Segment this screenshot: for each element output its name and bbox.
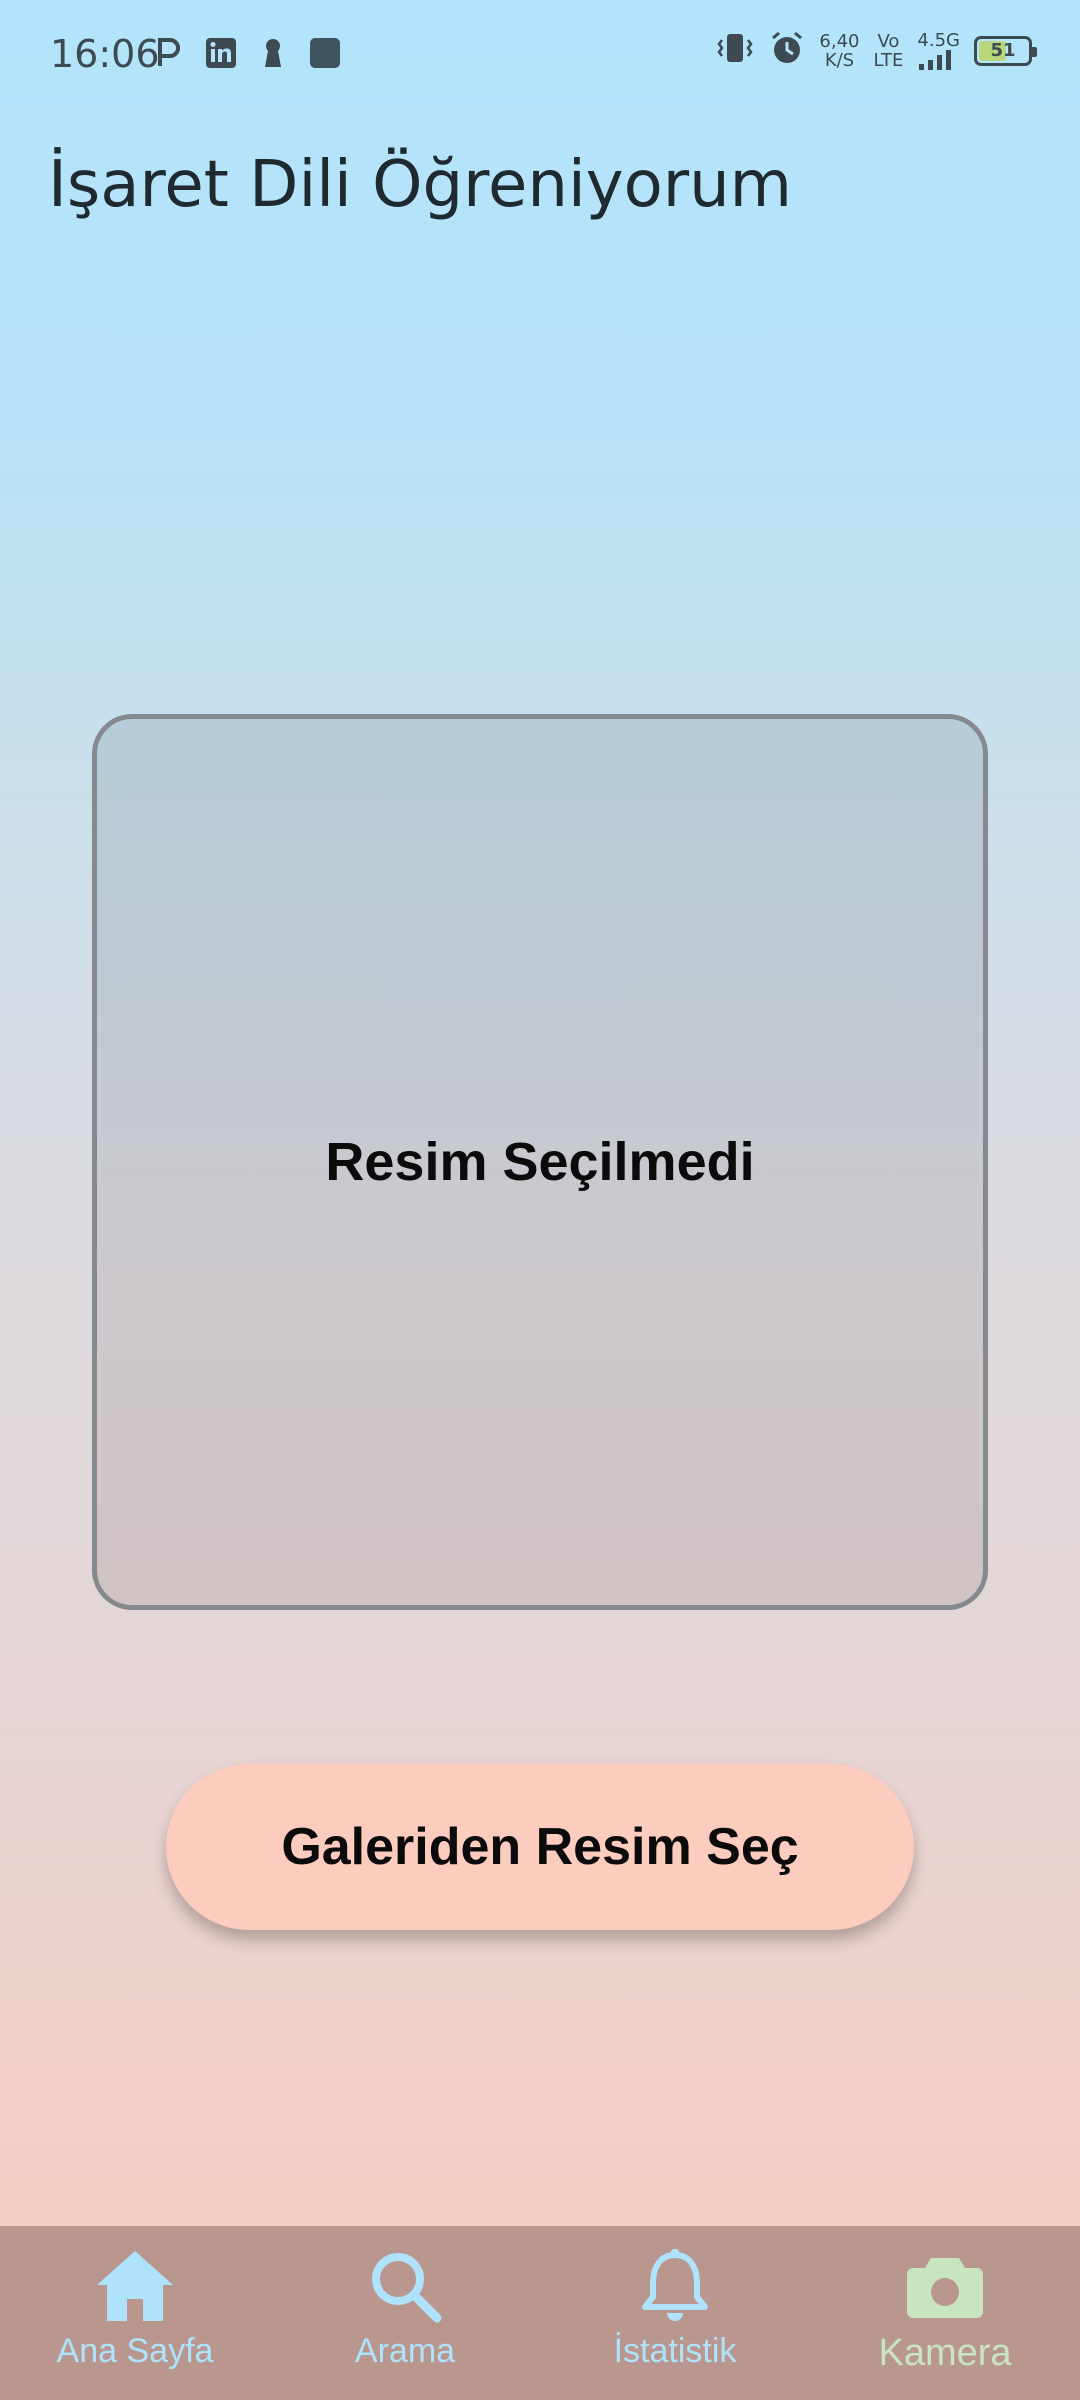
network-speed-value: 6,40 <box>819 30 860 52</box>
network-speed: 6,40 K/S <box>819 32 859 70</box>
status-indicators: 6,40 K/S Vo LTE 4.5G 51 <box>715 30 1037 71</box>
battery-level: 51 <box>990 40 1016 61</box>
nav-item-camera[interactable]: Kamera <box>810 2226 1080 2400</box>
status-time: 16:06 <box>50 32 160 76</box>
bottom-navigation: Ana Sayfa Arama İstatistik Kamera <box>0 2226 1080 2400</box>
volte-indicator: Vo LTE <box>874 32 904 70</box>
nav-item-search[interactable]: Arama <box>270 2226 540 2400</box>
signal-icon <box>919 50 952 70</box>
linkedin-icon <box>204 36 238 70</box>
camera-icon <box>903 2246 987 2326</box>
nav-label-search: Arama <box>354 2332 456 2370</box>
pick-from-gallery-button[interactable]: Galeriden Resim Seç <box>166 1764 914 1930</box>
keyhole-icon <box>256 36 290 70</box>
nav-item-home[interactable]: Ana Sayfa <box>0 2226 270 2400</box>
status-bar: 16:06 6,40 K/S Vo LTE 4.5G 51 <box>0 0 1080 110</box>
vibrate-icon <box>715 31 755 70</box>
network-speed-unit: K/S <box>824 49 855 71</box>
volte-bottom: LTE <box>873 49 904 71</box>
alarm-icon <box>769 30 805 71</box>
parking-icon <box>152 36 186 70</box>
nav-label-statistics: İstatistik <box>613 2332 737 2370</box>
home-icon <box>93 2246 177 2326</box>
signal-group: 4.5G <box>917 31 960 70</box>
network-type: 4.5G <box>917 30 960 51</box>
volte-top: Vo <box>877 30 900 52</box>
bell-icon <box>633 2246 717 2326</box>
page-title: İşaret Dili Öğreniyorum <box>48 148 792 222</box>
no-image-text: Resim Seçilmedi <box>325 1132 755 1192</box>
battery-icon: 51 <box>974 35 1037 66</box>
app-notification-icon <box>308 36 342 70</box>
nav-label-home: Ana Sayfa <box>56 2332 214 2370</box>
nav-item-statistics[interactable]: İstatistik <box>540 2226 810 2400</box>
notification-icons <box>152 36 342 70</box>
nav-label-camera: Kamera <box>878 2332 1012 2374</box>
search-icon <box>363 2246 447 2326</box>
image-preview-area: Resim Seçilmedi <box>92 714 988 1610</box>
